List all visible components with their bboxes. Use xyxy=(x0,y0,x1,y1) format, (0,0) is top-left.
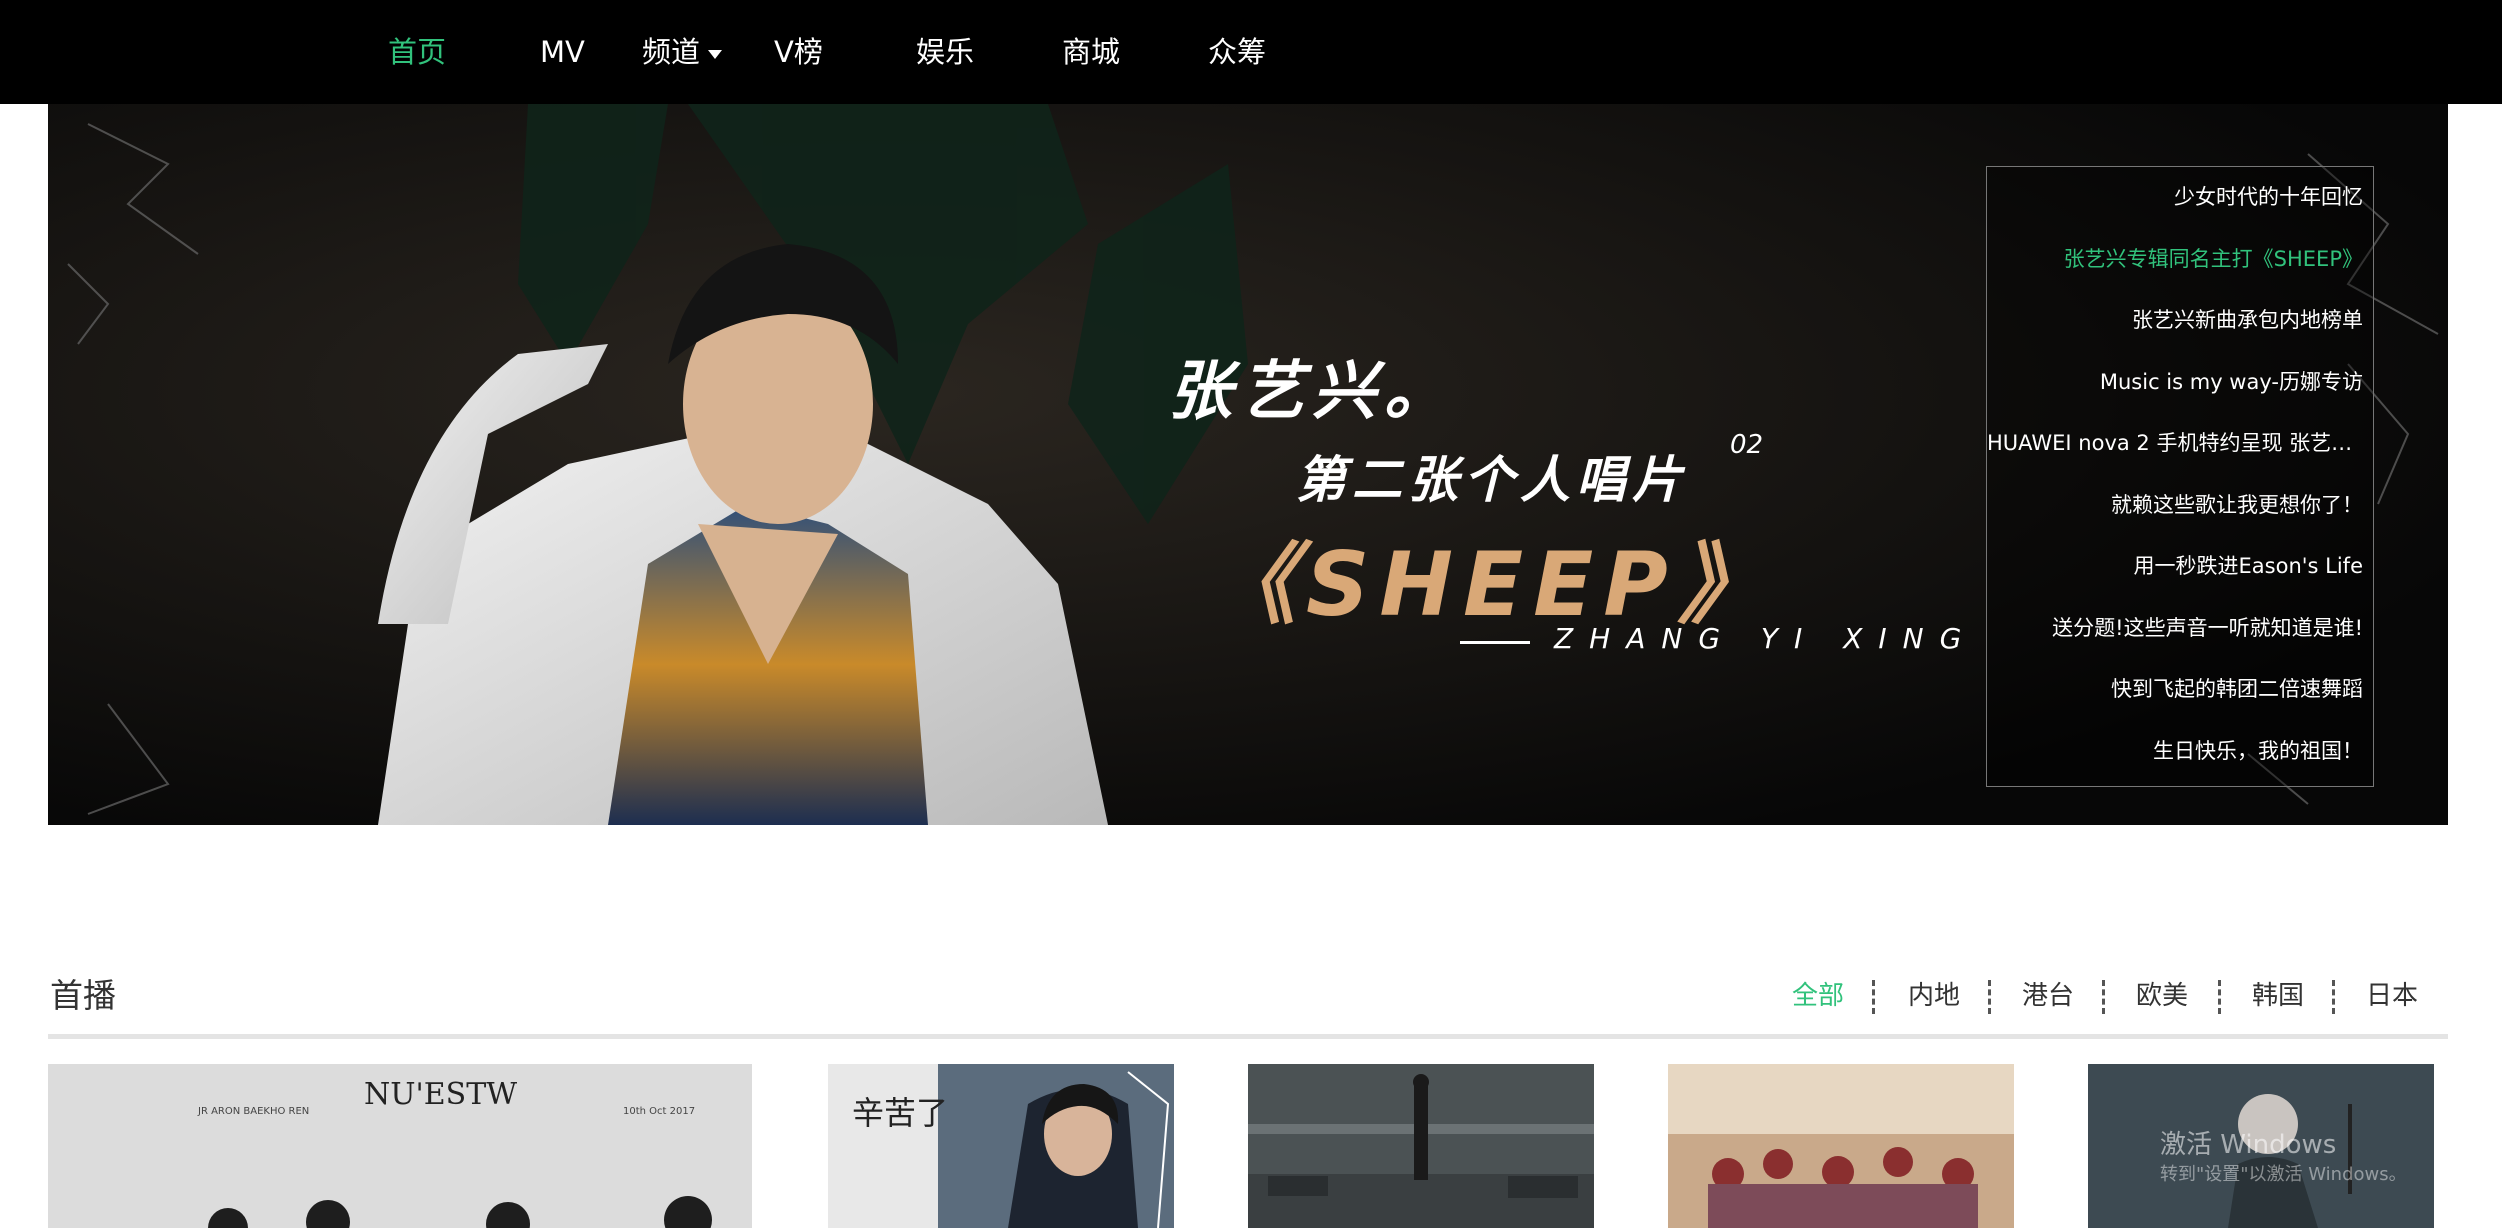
filter-divider xyxy=(2332,980,2335,1014)
news-item[interactable]: HUAWEI nova 2 手机特约呈现 张艺兴... xyxy=(1987,423,2363,463)
news-item[interactable]: Music is my way-历娜专访 xyxy=(1987,362,2363,402)
filter-divider xyxy=(1872,980,1875,1014)
filter-mainland[interactable]: 内地 xyxy=(1908,972,1960,1020)
news-item[interactable]: 用一秒跌进Eason's Life xyxy=(1987,546,2363,586)
news-item[interactable]: 就赖这些歌让我更想你了！ xyxy=(1987,485,2363,525)
video-card[interactable]: JR ARON BAEKHO REN 10th Oct 2017 NU'ESTW xyxy=(48,1064,752,1228)
main-nav: 首页 MV 频道 V榜 娱乐 商城 众筹 xyxy=(0,0,1400,104)
filter-japan[interactable]: 日本 xyxy=(2366,972,2418,1020)
filter-divider xyxy=(2218,980,2221,1014)
nav-crowdfunding[interactable]: 众筹 xyxy=(1208,28,1266,76)
windows-activation-watermark: 激活 Windows 转到"设置"以激活 Windows。 xyxy=(2160,1130,2407,1185)
banner-headline-artist: 张艺兴。 xyxy=(1168,355,1456,429)
video-card[interactable] xyxy=(1668,1064,2014,1228)
nav-home[interactable]: 首页 xyxy=(388,28,446,76)
thumbnail-meta-left: JR ARON BAEKHO REN xyxy=(197,1106,309,1117)
filter-hk-tw[interactable]: 港台 xyxy=(2022,972,2074,1020)
filter-western[interactable]: 欧美 xyxy=(2136,972,2188,1020)
news-item[interactable]: 张艺兴专辑同名主打《SHEEP》 xyxy=(1987,239,2363,279)
top-navbar: 首页 MV 频道 V榜 娱乐 商城 众筹 xyxy=(0,0,2502,104)
news-item[interactable]: 生日快乐，我的祖国！ xyxy=(1987,731,2363,771)
nav-mv[interactable]: MV xyxy=(540,28,585,76)
thumbnail-meta-right: 10th Oct 2017 xyxy=(623,1106,695,1117)
filter-divider xyxy=(1988,980,1991,1014)
hero-banner[interactable]: 张艺兴。 第二张个人唱片 02 《SHEEP》 ZHANG YI XING 少女… xyxy=(48,104,2448,825)
news-item[interactable]: 少女时代的十年回忆 xyxy=(1987,177,2363,217)
filter-korea[interactable]: 韩国 xyxy=(2252,972,2304,1020)
nav-mall[interactable]: 商城 xyxy=(1062,28,1120,76)
video-thumbnail xyxy=(1668,1064,2014,1228)
banner-headline-album: 第二张个人唱片 xyxy=(1296,451,1688,509)
banner-headline-name: ZHANG YI XING xyxy=(1554,622,1978,655)
news-item[interactable]: 快到飞起的韩团二倍速舞蹈 xyxy=(1987,669,2363,709)
filter-all[interactable]: 全部 xyxy=(1792,972,1844,1020)
news-item[interactable]: 张艺兴新曲承包内地榜单 xyxy=(1987,300,2363,340)
video-card[interactable] xyxy=(1248,1064,1594,1228)
caret-down-icon xyxy=(708,49,723,59)
filter-divider xyxy=(2102,980,2105,1014)
section-divider xyxy=(48,1034,2448,1039)
news-item[interactable]: 送分题!这些声音一听就知道是谁! xyxy=(1987,608,2363,648)
region-filter-tabs: 全部 内地 港台 欧美 韩国 日本 xyxy=(1780,972,2440,1020)
banner-headline-number: 02 xyxy=(1730,430,1764,460)
banner-news-list: 少女时代的十年回忆 张艺兴专辑同名主打《SHEEP》 张艺兴新曲承包内地榜单 M… xyxy=(1986,166,2374,787)
video-card[interactable]: 辛苦了 xyxy=(828,1064,1174,1228)
thumbnail-caption: NU'ESTW xyxy=(364,1077,517,1112)
video-thumbnail: JR ARON BAEKHO REN 10th Oct 2017 NU'ESTW xyxy=(48,1064,752,1228)
banner-divider xyxy=(1460,641,1530,644)
section-title: 首播 xyxy=(50,976,116,1015)
nav-entertainment[interactable]: 娱乐 xyxy=(916,28,974,76)
thumbnail-caption: 辛苦了 xyxy=(852,1094,948,1132)
nav-channel-dropdown[interactable]: 频道 xyxy=(642,28,723,76)
nav-vchart[interactable]: V榜 xyxy=(774,28,823,76)
video-thumbnail: 辛苦了 xyxy=(828,1064,1174,1228)
video-thumbnail xyxy=(1248,1064,1594,1228)
